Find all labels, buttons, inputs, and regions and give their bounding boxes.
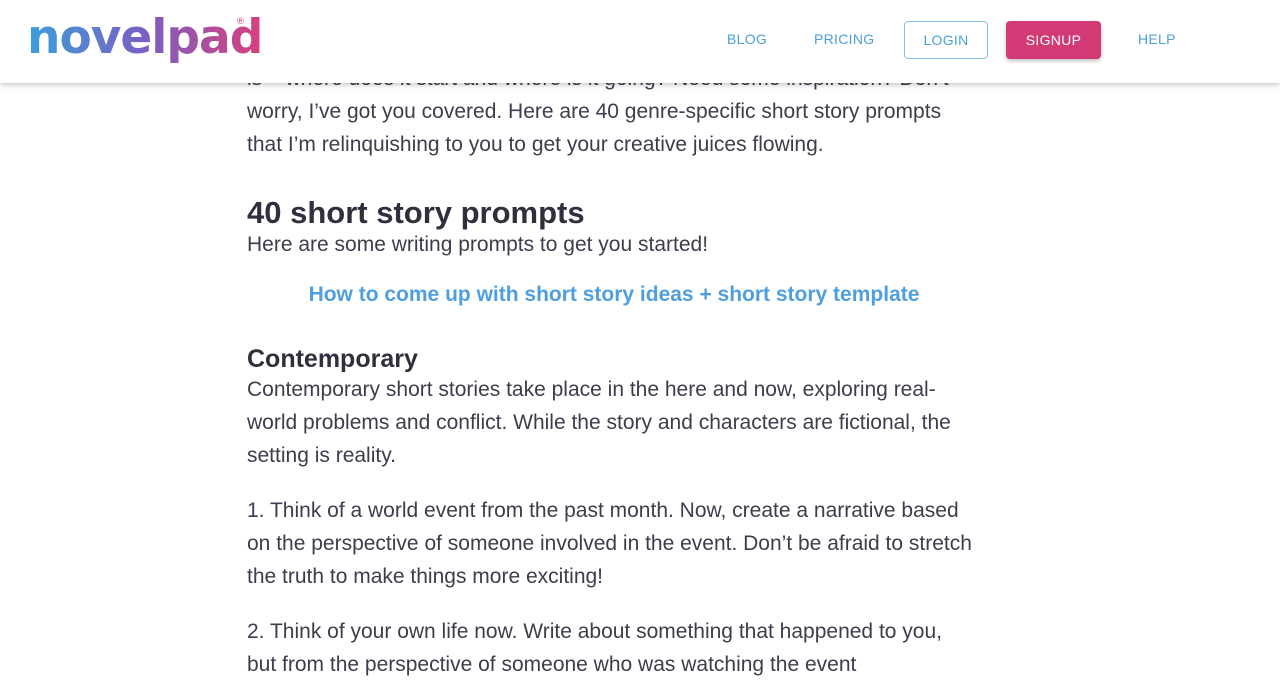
section-subtitle: Here are some writing prompts to get you… [247, 233, 709, 256]
article-content: is – where does it start and where is it… [247, 62, 977, 680]
prompt-item: 2. Think of your own life now. Write abo… [247, 620, 942, 676]
intro-paragraph: worry, I’ve got you covered. Here are 40… [247, 100, 942, 156]
site-header: novelpad ® BLOG PRICING LOGIN SIGNUP HEL… [0, 0, 1280, 83]
login-button[interactable]: LOGIN [904, 21, 988, 59]
signup-button[interactable]: SIGNUP [1006, 21, 1101, 59]
novelpad-logo[interactable]: novelpad [27, 8, 263, 68]
nav-pricing-link[interactable]: PRICING [814, 30, 874, 48]
genre-title: Contemporary [247, 345, 418, 373]
related-article-link[interactable]: How to come up with short story ideas + … [309, 283, 920, 306]
prompt-item: 1. Think of a world event from the past … [247, 499, 972, 588]
registered-mark: ® [236, 17, 245, 27]
nav-blog-link[interactable]: BLOG [727, 30, 767, 48]
related-link-container: How to come up with short story ideas + … [247, 283, 981, 307]
section-title: 40 short story prompts [247, 195, 585, 230]
genre-description: Contemporary short stories take place in… [247, 378, 951, 467]
nav-help-link[interactable]: HELP [1138, 30, 1176, 48]
